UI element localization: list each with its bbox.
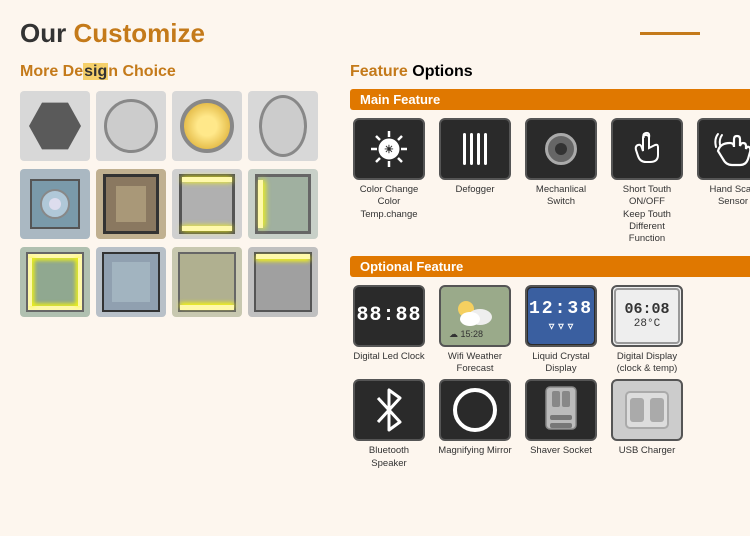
digital-clock-icon: 88:88 bbox=[356, 304, 421, 327]
weather-icon: ☁ 15:28 bbox=[444, 289, 506, 343]
feature-shaver: Shaver Socket bbox=[522, 379, 600, 470]
feature-section-title: Feature Options bbox=[350, 63, 750, 81]
digital-display-icon-box: 06:08 28°C bbox=[611, 285, 683, 347]
bluetooth-label: Bluetooth Speaker bbox=[350, 445, 428, 470]
mirror-sq-2 bbox=[96, 247, 166, 317]
color-change-label: Color ChangeColor Temp.change bbox=[350, 184, 428, 221]
switch-icon-box bbox=[525, 118, 597, 180]
optional-feature-row-1: 88:88 Digital Led Clock ☁ 15: bbox=[350, 285, 750, 376]
hand-scan-label: Hand Scan Sensor bbox=[694, 184, 750, 209]
magnify-icon bbox=[453, 388, 497, 432]
main-feature-grid: ☀ Color ChangeColor Temp.change Defogger bbox=[350, 118, 750, 246]
lcd-label: Liquid Crystal Display bbox=[522, 351, 600, 376]
circle-lit-shape bbox=[180, 99, 234, 153]
title-plain: Our bbox=[20, 18, 73, 48]
mirror-hexagon bbox=[20, 91, 90, 161]
shaver-icon-box bbox=[525, 379, 597, 441]
digital-display-icon: 06:08 28°C bbox=[614, 288, 680, 344]
bluetooth-icon bbox=[372, 388, 406, 432]
circle-shape bbox=[104, 99, 158, 153]
header: Our Customize bbox=[20, 18, 730, 49]
mirror-sq-1 bbox=[20, 247, 90, 317]
defogger-icon-box bbox=[439, 118, 511, 180]
color-change-icon-box: ☀ bbox=[353, 118, 425, 180]
optional-feature-row-2: Bluetooth Speaker Magnifying Mirror bbox=[350, 379, 750, 470]
lcd-indicators: ▽▽▽ bbox=[549, 322, 573, 332]
switch-inner bbox=[555, 143, 567, 155]
magnify-icon-box bbox=[439, 379, 511, 441]
feature-magnify: Magnifying Mirror bbox=[436, 379, 514, 470]
feature-hand-scan: Hand Scan Sensor bbox=[694, 118, 750, 246]
usb-icon bbox=[622, 388, 672, 432]
right-column: Feature Options Main Feature bbox=[350, 63, 750, 480]
bluetooth-icon-box bbox=[353, 379, 425, 441]
feature-usb: USB Charger bbox=[608, 379, 686, 470]
disp-temp: 28°C bbox=[634, 318, 660, 330]
shaver-label: Shaver Socket bbox=[530, 445, 592, 457]
header-line bbox=[640, 32, 700, 35]
weather-icon-box: ☁ 15:28 bbox=[439, 285, 511, 347]
feature-title-highlight: Feature bbox=[350, 63, 408, 80]
digital-clock-label: Digital Led Clock bbox=[353, 351, 424, 363]
feature-digital-display: 06:08 28°C Digital Display(clock & temp) bbox=[608, 285, 686, 376]
lcd-icon-box: 12:38 ▽▽▽ bbox=[525, 285, 597, 347]
oval-shape bbox=[259, 95, 307, 157]
defogger-icon bbox=[463, 133, 487, 165]
main-content: More Design Choice bbox=[20, 63, 730, 480]
page-title: Our Customize bbox=[20, 18, 205, 49]
hand-scan-icon-box bbox=[697, 118, 750, 180]
switch-icon bbox=[545, 133, 577, 165]
usb-label: USB Charger bbox=[619, 445, 676, 457]
usb-icon-box bbox=[611, 379, 683, 441]
touch-icon bbox=[628, 130, 666, 168]
svg-text:☁ 15:28: ☁ 15:28 bbox=[449, 329, 483, 339]
svg-text:☀: ☀ bbox=[384, 144, 394, 156]
mirror-circle bbox=[96, 91, 166, 161]
mirror-sq-3 bbox=[172, 247, 242, 317]
touch-icon-box bbox=[611, 118, 683, 180]
feature-title-rest: Options bbox=[408, 63, 473, 80]
disp-time: 06:08 bbox=[624, 301, 669, 318]
design-section-title: More Design Choice bbox=[20, 63, 330, 81]
digital-display-label: Digital Display(clock & temp) bbox=[617, 351, 678, 376]
feature-switch: MechanlicalSwitch bbox=[522, 118, 600, 246]
switch-label: MechanlicalSwitch bbox=[536, 184, 586, 209]
main-feature-bar: Main Feature bbox=[350, 89, 750, 110]
mirror-row-1 bbox=[20, 91, 330, 161]
mirror-rect-2 bbox=[96, 169, 166, 239]
feature-color-change: ☀ Color ChangeColor Temp.change bbox=[350, 118, 428, 246]
mirror-sq-4 bbox=[248, 247, 318, 317]
mirror-row-3 bbox=[20, 247, 330, 317]
hand-scan-icon bbox=[712, 129, 750, 169]
shaver-icon bbox=[542, 385, 580, 435]
feature-lcd: 12:38 ▽▽▽ Liquid Crystal Display bbox=[522, 285, 600, 376]
mirror-rect-1 bbox=[20, 169, 90, 239]
feature-digital-clock: 88:88 Digital Led Clock bbox=[350, 285, 428, 376]
lcd-icon: 12:38 ▽▽▽ bbox=[528, 288, 594, 344]
defogger-label: Defogger bbox=[455, 184, 494, 196]
mirror-circle-lit bbox=[172, 91, 242, 161]
mirror-rect-3 bbox=[172, 169, 242, 239]
lcd-time: 12:38 bbox=[529, 299, 593, 319]
touch-label: Short Touth ON/OFFKeep Touth DifferentFu… bbox=[608, 184, 686, 246]
page: Our Customize More Design Choice bbox=[0, 0, 750, 536]
optional-feature-bar: Optional Feature bbox=[350, 256, 750, 277]
feature-bluetooth: Bluetooth Speaker bbox=[350, 379, 428, 470]
mirror-row-2 bbox=[20, 169, 330, 239]
mirror-rect-4 bbox=[248, 169, 318, 239]
weather-label: Wifi Weather Forecast bbox=[436, 351, 514, 376]
title-highlight: Customize bbox=[73, 18, 204, 48]
feature-weather: ☁ 15:28 Wifi Weather Forecast bbox=[436, 285, 514, 376]
feature-defogger: Defogger bbox=[436, 118, 514, 246]
optional-feature-section: Optional Feature 88:88 Digital Led Clock bbox=[350, 256, 750, 470]
main-feature-section: Main Feature bbox=[350, 89, 750, 246]
magnify-label: Magnifying Mirror bbox=[438, 445, 511, 457]
mirror-oval bbox=[248, 91, 318, 161]
sun-icon: ☀ bbox=[367, 127, 411, 171]
digital-clock-icon-box: 88:88 bbox=[353, 285, 425, 347]
left-column: More Design Choice bbox=[20, 63, 330, 480]
hex-shape bbox=[29, 100, 81, 152]
feature-touch: Short Touth ON/OFFKeep Touth DifferentFu… bbox=[608, 118, 686, 246]
